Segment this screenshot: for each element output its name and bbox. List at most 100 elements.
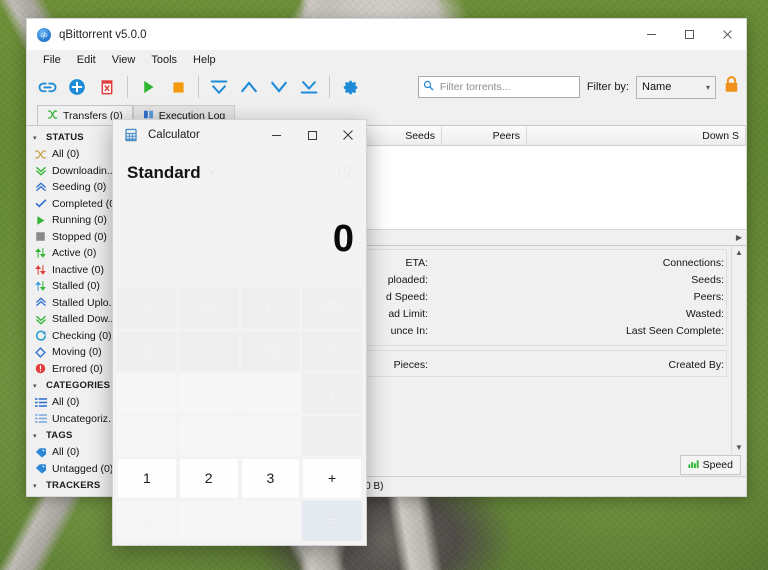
calculator-window: Calculator Standard ▾ 0 MC MR M+ M− MS M… [112, 119, 367, 546]
search-input[interactable] [437, 80, 575, 94]
clear-entry-key[interactable]: CE [178, 288, 239, 329]
play-icon [34, 214, 47, 226]
calculator-window-title: Calculator [148, 129, 200, 141]
reciprocal-key[interactable]: ¹⁄ₓ [117, 330, 177, 371]
minimize-button[interactable] [632, 19, 670, 50]
calculator-minimize-button[interactable] [258, 120, 294, 150]
percent-key[interactable]: % [117, 288, 177, 329]
sidebar-item-label: Inactive (0) [52, 263, 104, 276]
digit-9-key[interactable]: 9 [240, 373, 301, 414]
filter-by-label: Filter by: [586, 81, 629, 93]
move-top-button[interactable] [204, 72, 234, 102]
details-label-peers: Peers: [693, 291, 724, 303]
toolbar-right-group: Filter by: Name ▾ [417, 75, 746, 99]
diamond-icon [34, 346, 47, 358]
digit-5-key[interactable]: 5 [178, 415, 239, 456]
check-icon [34, 198, 47, 210]
digit-0-key[interactable]: 0 [178, 500, 239, 541]
menu-view[interactable]: View [104, 52, 144, 68]
tag-icon [34, 446, 47, 458]
sidebar-item-label: All (0) [52, 148, 80, 161]
memory-add-key[interactable]: M+ [199, 269, 239, 280]
details-vscrollbar[interactable]: ▲ ▼ [731, 246, 746, 454]
memory-clear-key[interactable]: MC [119, 269, 159, 280]
preferences-button[interactable] [335, 72, 365, 102]
window-controls [632, 19, 746, 50]
sidebar-item-label: Downloadin... [52, 164, 116, 177]
add-torrent-link-button[interactable] [32, 72, 62, 102]
speed-chart-icon [688, 459, 699, 472]
move-up-button[interactable] [234, 72, 264, 102]
add-key[interactable]: + [302, 458, 362, 499]
pause-button[interactable] [163, 72, 193, 102]
clear-key[interactable]: C [240, 288, 301, 329]
resume-button[interactable] [133, 72, 163, 102]
chevron-down-icon[interactable]: ▾ [210, 168, 215, 179]
sidebar-group-tags-label: TAGS [46, 430, 73, 441]
qbittorrent-logo-icon [37, 27, 51, 42]
digit-4-key[interactable]: 4 [117, 415, 177, 456]
menu-tools[interactable]: Tools [143, 52, 185, 68]
digit-8-key[interactable]: 8 [178, 373, 239, 414]
multiply-key[interactable]: × [302, 373, 362, 414]
calculator-window-controls [258, 120, 366, 150]
decimal-key[interactable]: . [240, 500, 301, 541]
move-down-button[interactable] [264, 72, 294, 102]
maximize-button[interactable] [670, 19, 708, 50]
details-tab-speed[interactable]: Speed [679, 455, 741, 475]
equals-key[interactable]: = [302, 500, 362, 541]
history-icon[interactable] [337, 164, 352, 182]
calculator-display-value: 0 [332, 218, 354, 260]
details-label-connections: Connections: [662, 257, 724, 269]
sidebar-item-label: Moving (0) [52, 346, 102, 359]
square-key[interactable]: ² [178, 330, 239, 371]
memory-store-key[interactable]: MS [280, 269, 320, 280]
filter-by-select[interactable]: Name ▾ [636, 75, 716, 99]
search-box[interactable] [417, 76, 580, 98]
column-header-peers[interactable]: Peers [442, 126, 527, 145]
subtract-key[interactable]: − [302, 415, 362, 456]
scroll-up-arrow-icon[interactable]: ▲ [735, 248, 743, 257]
sidebar-item-label: Active (0) [52, 247, 97, 260]
chevron-down-icon: ▾ [705, 82, 710, 92]
move-bottom-button[interactable] [294, 72, 324, 102]
toolbar-separator [329, 76, 330, 98]
lock-icon[interactable] [723, 75, 740, 99]
digit-7-key[interactable]: 7 [117, 373, 177, 414]
close-button[interactable] [708, 19, 746, 50]
digit-6-key[interactable]: 6 [240, 415, 301, 456]
sidebar-item-label: All (0) [52, 446, 80, 459]
menubar: File Edit View Tools Help [27, 50, 746, 69]
delete-button[interactable] [92, 72, 122, 102]
sidebar-item-label: Running (0) [52, 214, 107, 227]
sqrt-key[interactable]: ²√x [240, 330, 301, 371]
memory-recall-key[interactable]: MR [159, 269, 199, 280]
scroll-right-arrow-icon[interactable]: ▶ [732, 233, 746, 242]
sidebar-item-label: Errored (0) [52, 362, 103, 375]
menu-help[interactable]: Help [185, 52, 224, 68]
digit-1-key[interactable]: 1 [117, 458, 177, 499]
digit-3-key[interactable]: 3 [240, 458, 301, 499]
calculator-maximize-button[interactable] [294, 120, 330, 150]
calculator-close-button[interactable] [330, 120, 366, 150]
add-torrent-file-button[interactable] [62, 72, 92, 102]
calculator-mode-label[interactable]: Standard [127, 163, 201, 183]
memory-subtract-key[interactable]: M− [240, 269, 280, 280]
refresh-icon [34, 330, 47, 342]
download-icon [34, 313, 47, 325]
memory-list-key[interactable]: M˅ [320, 269, 360, 280]
chevron-down-icon: ▾ [33, 382, 37, 390]
digit-2-key[interactable]: 2 [178, 458, 239, 499]
menu-edit[interactable]: Edit [69, 52, 104, 68]
transfers-icon [47, 109, 58, 123]
details-tab-speed-label: Speed [702, 459, 733, 471]
backspace-key[interactable]: ⌫ [302, 288, 362, 329]
sidebar-item-label: Stalled Uplo... [52, 296, 118, 309]
negate-key[interactable]: ± [117, 500, 177, 541]
sidebar-group-categories-label: CATEGORIES [46, 380, 111, 391]
sidebar-item-label: Uncategoriz... [52, 412, 117, 425]
menu-file[interactable]: File [35, 52, 69, 68]
scroll-down-arrow-icon[interactable]: ▼ [735, 443, 743, 452]
divide-key[interactable]: ÷ [302, 330, 362, 371]
column-header-down-speed[interactable]: Down S [527, 126, 746, 145]
